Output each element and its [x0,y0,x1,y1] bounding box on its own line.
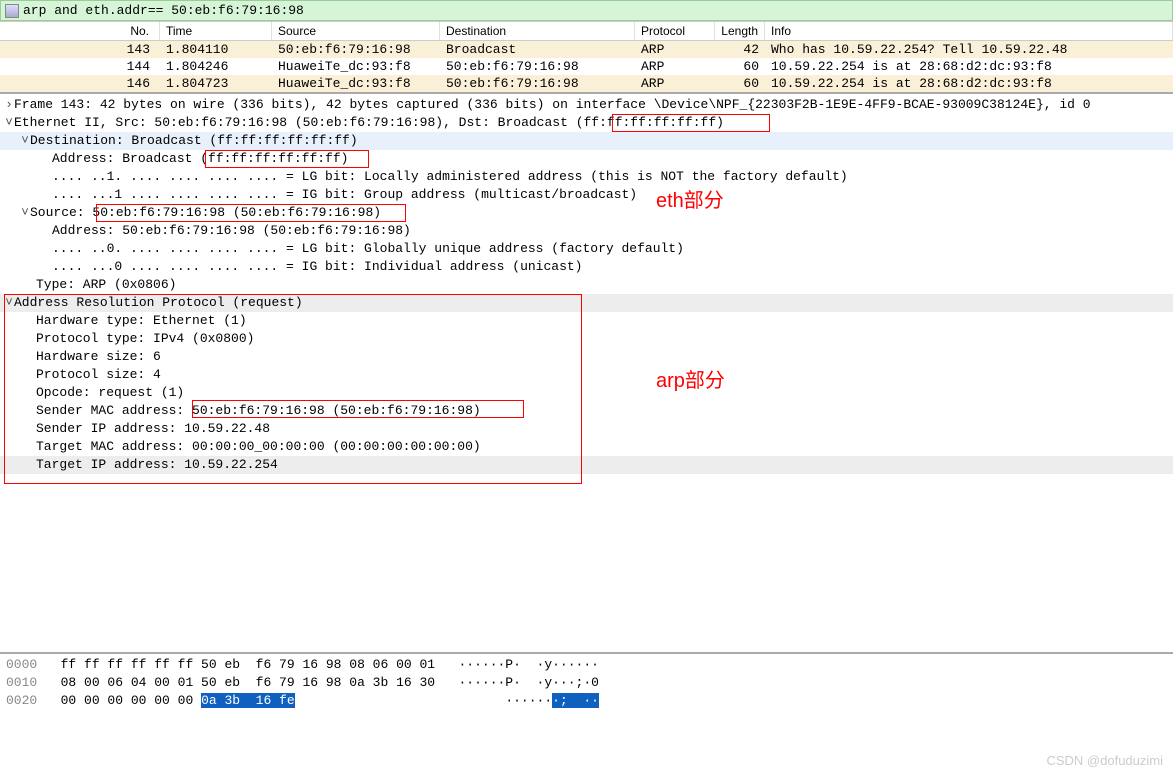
chevron-down-icon[interactable]: ˅ [20,204,30,222]
bookmark-icon[interactable] [5,4,19,18]
highlight-box [192,400,524,418]
chevron-right-icon[interactable]: › [4,96,14,114]
col-length[interactable]: Length [715,22,765,40]
tree-eth-src-addr[interactable]: Address: 50:eb:f6:79:16:98 (50:eb:f6:79:… [0,222,1173,240]
packet-row[interactable]: 143 1.804110 50:eb:f6:79:16:98 Broadcast… [0,41,1173,58]
watermark: CSDN @dofuduzimi [1046,753,1163,768]
annotation-eth: eth部分 [656,192,724,210]
col-source[interactable]: Source [272,22,440,40]
tree-eth-src-lg[interactable]: .... ..0. .... .... .... .... = LG bit: … [0,240,1173,258]
annotation-arp: arp部分 [656,372,725,390]
col-destination[interactable]: Destination [440,22,635,40]
chevron-down-icon[interactable]: ˅ [4,114,14,132]
filter-input[interactable]: arp and eth.addr== 50:eb:f6:79:16:98 [23,3,304,18]
hex-row[interactable]: 0000 ff ff ff ff ff ff 50 eb f6 79 16 98… [6,656,1173,674]
col-no[interactable]: No. [0,22,160,40]
highlight-box [96,204,406,222]
tree-eth-src-ig[interactable]: .... ...0 .... .... .... .... = IG bit: … [0,258,1173,276]
hex-selected: 0a 3b 16 fe [201,693,295,708]
highlight-box [612,114,770,132]
tree-ethernet[interactable]: ˅Ethernet II, Src: 50:eb:f6:79:16:98 (50… [0,114,1173,132]
packet-bytes-pane[interactable]: 0000 ff ff ff ff ff ff 50 eb f6 79 16 98… [0,652,1173,712]
chevron-down-icon[interactable]: ˅ [20,132,30,150]
col-protocol[interactable]: Protocol [635,22,715,40]
col-info[interactable]: Info [765,22,1173,40]
highlight-box [205,150,369,168]
hex-row[interactable]: 0010 08 00 06 04 00 01 50 eb f6 79 16 98… [6,674,1173,692]
packet-list-pane: No. Time Source Destination Protocol Len… [0,21,1173,92]
tree-eth-dst-ig[interactable]: .... ...1 .... .... .... .... = IG bit: … [0,186,1173,204]
display-filter-bar[interactable]: arp and eth.addr== 50:eb:f6:79:16:98 [0,0,1173,21]
hex-row[interactable]: 0020 00 00 00 00 00 00 0a 3b 16 fe ·····… [6,692,1173,710]
tree-eth-dst[interactable]: ˅Destination: Broadcast (ff:ff:ff:ff:ff:… [0,132,1173,150]
highlight-box [4,294,582,484]
tree-frame[interactable]: ›Frame 143: 42 bytes on wire (336 bits),… [0,96,1173,114]
col-time[interactable]: Time [160,22,272,40]
packet-list-header[interactable]: No. Time Source Destination Protocol Len… [0,22,1173,41]
packet-row[interactable]: 146 1.804723 HuaweiTe_dc:93:f8 50:eb:f6:… [0,75,1173,92]
packet-row[interactable]: 144 1.804246 HuaweiTe_dc:93:f8 50:eb:f6:… [0,58,1173,75]
tree-eth-type[interactable]: Type: ARP (0x0806) [0,276,1173,294]
packet-details-pane: ›Frame 143: 42 bytes on wire (336 bits),… [0,92,1173,572]
tree-eth-dst-addr[interactable]: Address: Broadcast (ff:ff:ff:ff:ff:ff) [0,150,1173,168]
tree-eth-dst-lg[interactable]: .... ..1. .... .... .... .... = LG bit: … [0,168,1173,186]
